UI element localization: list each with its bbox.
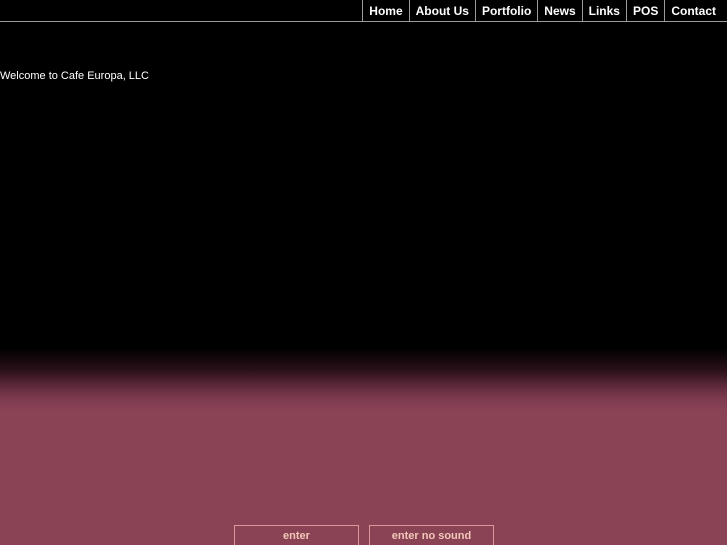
nav-portfolio[interactable]: Portfolio [474, 0, 537, 22]
nav-links[interactable]: Links [581, 0, 626, 22]
nav-home[interactable]: Home [362, 0, 408, 22]
welcome-text: Welcome to Cafe Europa, LLC [0, 70, 149, 82]
enter-no-sound-button[interactable]: enter no sound [369, 525, 494, 545]
page: Home About Us Portfolio News Links POS C… [0, 0, 727, 545]
entry-buttons: enter enter no sound [234, 525, 494, 545]
top-navigation-bar: Home About Us Portfolio News Links POS C… [0, 0, 727, 22]
nav-pos[interactable]: POS [625, 0, 664, 22]
nav-news[interactable]: News [537, 0, 581, 22]
enter-button[interactable]: enter [234, 525, 359, 545]
nav-about-us[interactable]: About Us [408, 0, 475, 22]
nav-contact[interactable]: Contact [664, 0, 722, 22]
main-nav: Home About Us Portfolio News Links POS C… [362, 0, 722, 22]
